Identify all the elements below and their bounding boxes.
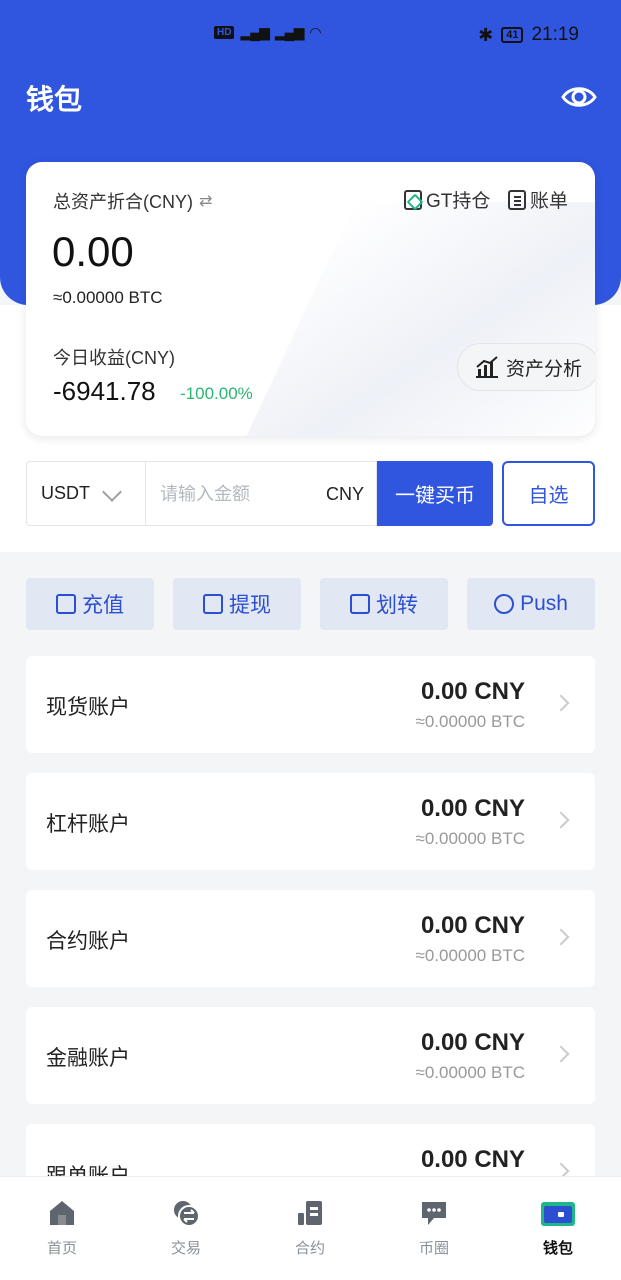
- today-profit-percent: -100.00%: [180, 384, 253, 403]
- deposit-button[interactable]: 充值: [26, 578, 154, 630]
- battery-icon: 41: [501, 27, 524, 43]
- coin-select[interactable]: USDT: [26, 461, 146, 526]
- chevron-right-icon: [552, 1045, 570, 1063]
- watchlist-button[interactable]: 自选: [502, 461, 595, 526]
- nav-contract-label: 合约: [294, 1240, 325, 1257]
- push-button[interactable]: Push: [467, 578, 595, 630]
- nav-home[interactable]: 首页: [0, 1177, 124, 1280]
- total-assets-label-text: 总资产折合(CNY): [53, 192, 193, 212]
- bottom-navigation: 首页 交易 合约 币圈 钱包: [0, 1176, 621, 1280]
- eye-icon[interactable]: [560, 80, 598, 114]
- nav-trade[interactable]: 交易: [124, 1177, 248, 1280]
- account-cny: 0.00 CNY: [420, 1146, 525, 1173]
- account-btc: ≈0.00000 BTC: [415, 829, 525, 848]
- deposit-icon: [56, 594, 76, 614]
- gt-icon: [404, 189, 422, 210]
- status-bar: HD ▂▄▆ ▂▄▆ ◠ ✱ 41 21:19: [0, 18, 621, 54]
- nav-community[interactable]: 币圈: [372, 1177, 496, 1280]
- nav-trade-label: 交易: [170, 1240, 201, 1257]
- chevron-right-icon: [552, 811, 570, 829]
- gt-holdings-button[interactable]: GT持仓: [404, 186, 490, 213]
- bluetooth-icon: ✱: [478, 24, 494, 45]
- account-row-margin[interactable]: 杠杆账户 0.00 CNY ≈0.00000 BTC: [26, 773, 595, 870]
- total-assets-value: 0.00: [52, 228, 134, 275]
- coin-select-value: USDT: [41, 483, 90, 503]
- gt-holdings-label: GT持仓: [426, 191, 491, 212]
- total-assets-btc: ≈0.00000 BTC: [53, 288, 163, 307]
- chat-icon: [422, 1202, 446, 1225]
- wifi-icon: ◠: [309, 24, 321, 40]
- deposit-label: 充值: [82, 594, 124, 617]
- amount-unit: CNY: [325, 484, 364, 504]
- transfer-label: 划转: [376, 594, 418, 617]
- today-profit-value: -6941.78: [53, 376, 156, 406]
- account-cny: 0.00 CNY: [420, 678, 525, 705]
- account-row-futures[interactable]: 合约账户 0.00 CNY ≈0.00000 BTC: [26, 890, 595, 987]
- account-row-finance[interactable]: 金融账户 0.00 CNY ≈0.00000 BTC: [26, 1007, 595, 1104]
- account-name: 金融账户: [46, 1047, 130, 1070]
- account-btc: ≈0.00000 BTC: [415, 946, 525, 965]
- amount-field[interactable]: CNY: [145, 461, 377, 526]
- status-time: 21:19: [531, 24, 579, 45]
- one-click-buy-button[interactable]: 一键买币: [377, 461, 493, 526]
- nav-wallet-label: 钱包: [542, 1240, 573, 1257]
- withdraw-icon: [203, 594, 223, 614]
- asset-analysis-button[interactable]: 资产分析: [457, 343, 595, 391]
- chevron-right-icon: [552, 694, 570, 712]
- account-row-spot[interactable]: 现货账户 0.00 CNY ≈0.00000 BTC: [26, 656, 595, 753]
- status-network-group: HD ▂▄▆ ▂▄▆ ◠: [214, 24, 322, 41]
- withdraw-button[interactable]: 提现: [173, 578, 301, 630]
- hd-indicator: HD: [214, 26, 235, 39]
- today-profit-label: 今日收益(CNY): [53, 348, 175, 368]
- bill-label: 账单: [530, 191, 569, 212]
- account-name: 现货账户: [46, 696, 130, 719]
- withdraw-label: 提现: [229, 594, 271, 617]
- signal-2-icon: ▂▄▆: [274, 24, 304, 40]
- quick-buy-row: USDT CNY 一键买币 自选: [26, 461, 595, 526]
- card-decoration: [234, 202, 595, 436]
- page-title: 钱包: [26, 84, 83, 115]
- push-label: Push: [520, 592, 568, 615]
- amount-input[interactable]: [160, 480, 310, 508]
- status-right-group: ✱ 41 21:19: [478, 24, 579, 46]
- chevron-right-icon: [552, 928, 570, 946]
- asset-analysis-label: 资产分析: [506, 358, 583, 380]
- chevron-down-icon: [102, 482, 122, 502]
- nav-wallet[interactable]: 钱包: [496, 1177, 620, 1280]
- contract-icon: [298, 1201, 322, 1225]
- account-cny: 0.00 CNY: [420, 1029, 525, 1056]
- account-cny: 0.00 CNY: [420, 912, 525, 939]
- nav-contract[interactable]: 合约: [248, 1177, 372, 1280]
- exchange-icon: [174, 1201, 200, 1227]
- account-cny: 0.00 CNY: [420, 795, 525, 822]
- transfer-button[interactable]: 划转: [320, 578, 448, 630]
- transfer-icon: [350, 594, 370, 614]
- account-name: 杠杆账户: [46, 813, 130, 836]
- total-assets-label[interactable]: 总资产折合(CNY) ⇄: [53, 188, 212, 214]
- bar-chart-icon: [476, 356, 498, 378]
- currency-switch-icon[interactable]: ⇄: [199, 191, 212, 211]
- bill-icon: [508, 189, 526, 210]
- home-icon: [50, 1201, 74, 1225]
- bill-button[interactable]: 账单: [508, 186, 568, 213]
- account-btc: ≈0.00000 BTC: [415, 712, 525, 731]
- account-name: 合约账户: [46, 930, 130, 953]
- push-icon: [494, 594, 515, 614]
- wallet-icon: [541, 1202, 575, 1226]
- nav-community-label: 币圈: [418, 1240, 449, 1257]
- account-btc: ≈0.00000 BTC: [415, 1063, 525, 1082]
- asset-card: 总资产折合(CNY) ⇄ GT持仓 账单 0.00 ≈0.00000 BTC 今…: [26, 162, 595, 436]
- signal-icon: ▂▄▆: [240, 24, 269, 40]
- nav-home-label: 首页: [46, 1240, 77, 1257]
